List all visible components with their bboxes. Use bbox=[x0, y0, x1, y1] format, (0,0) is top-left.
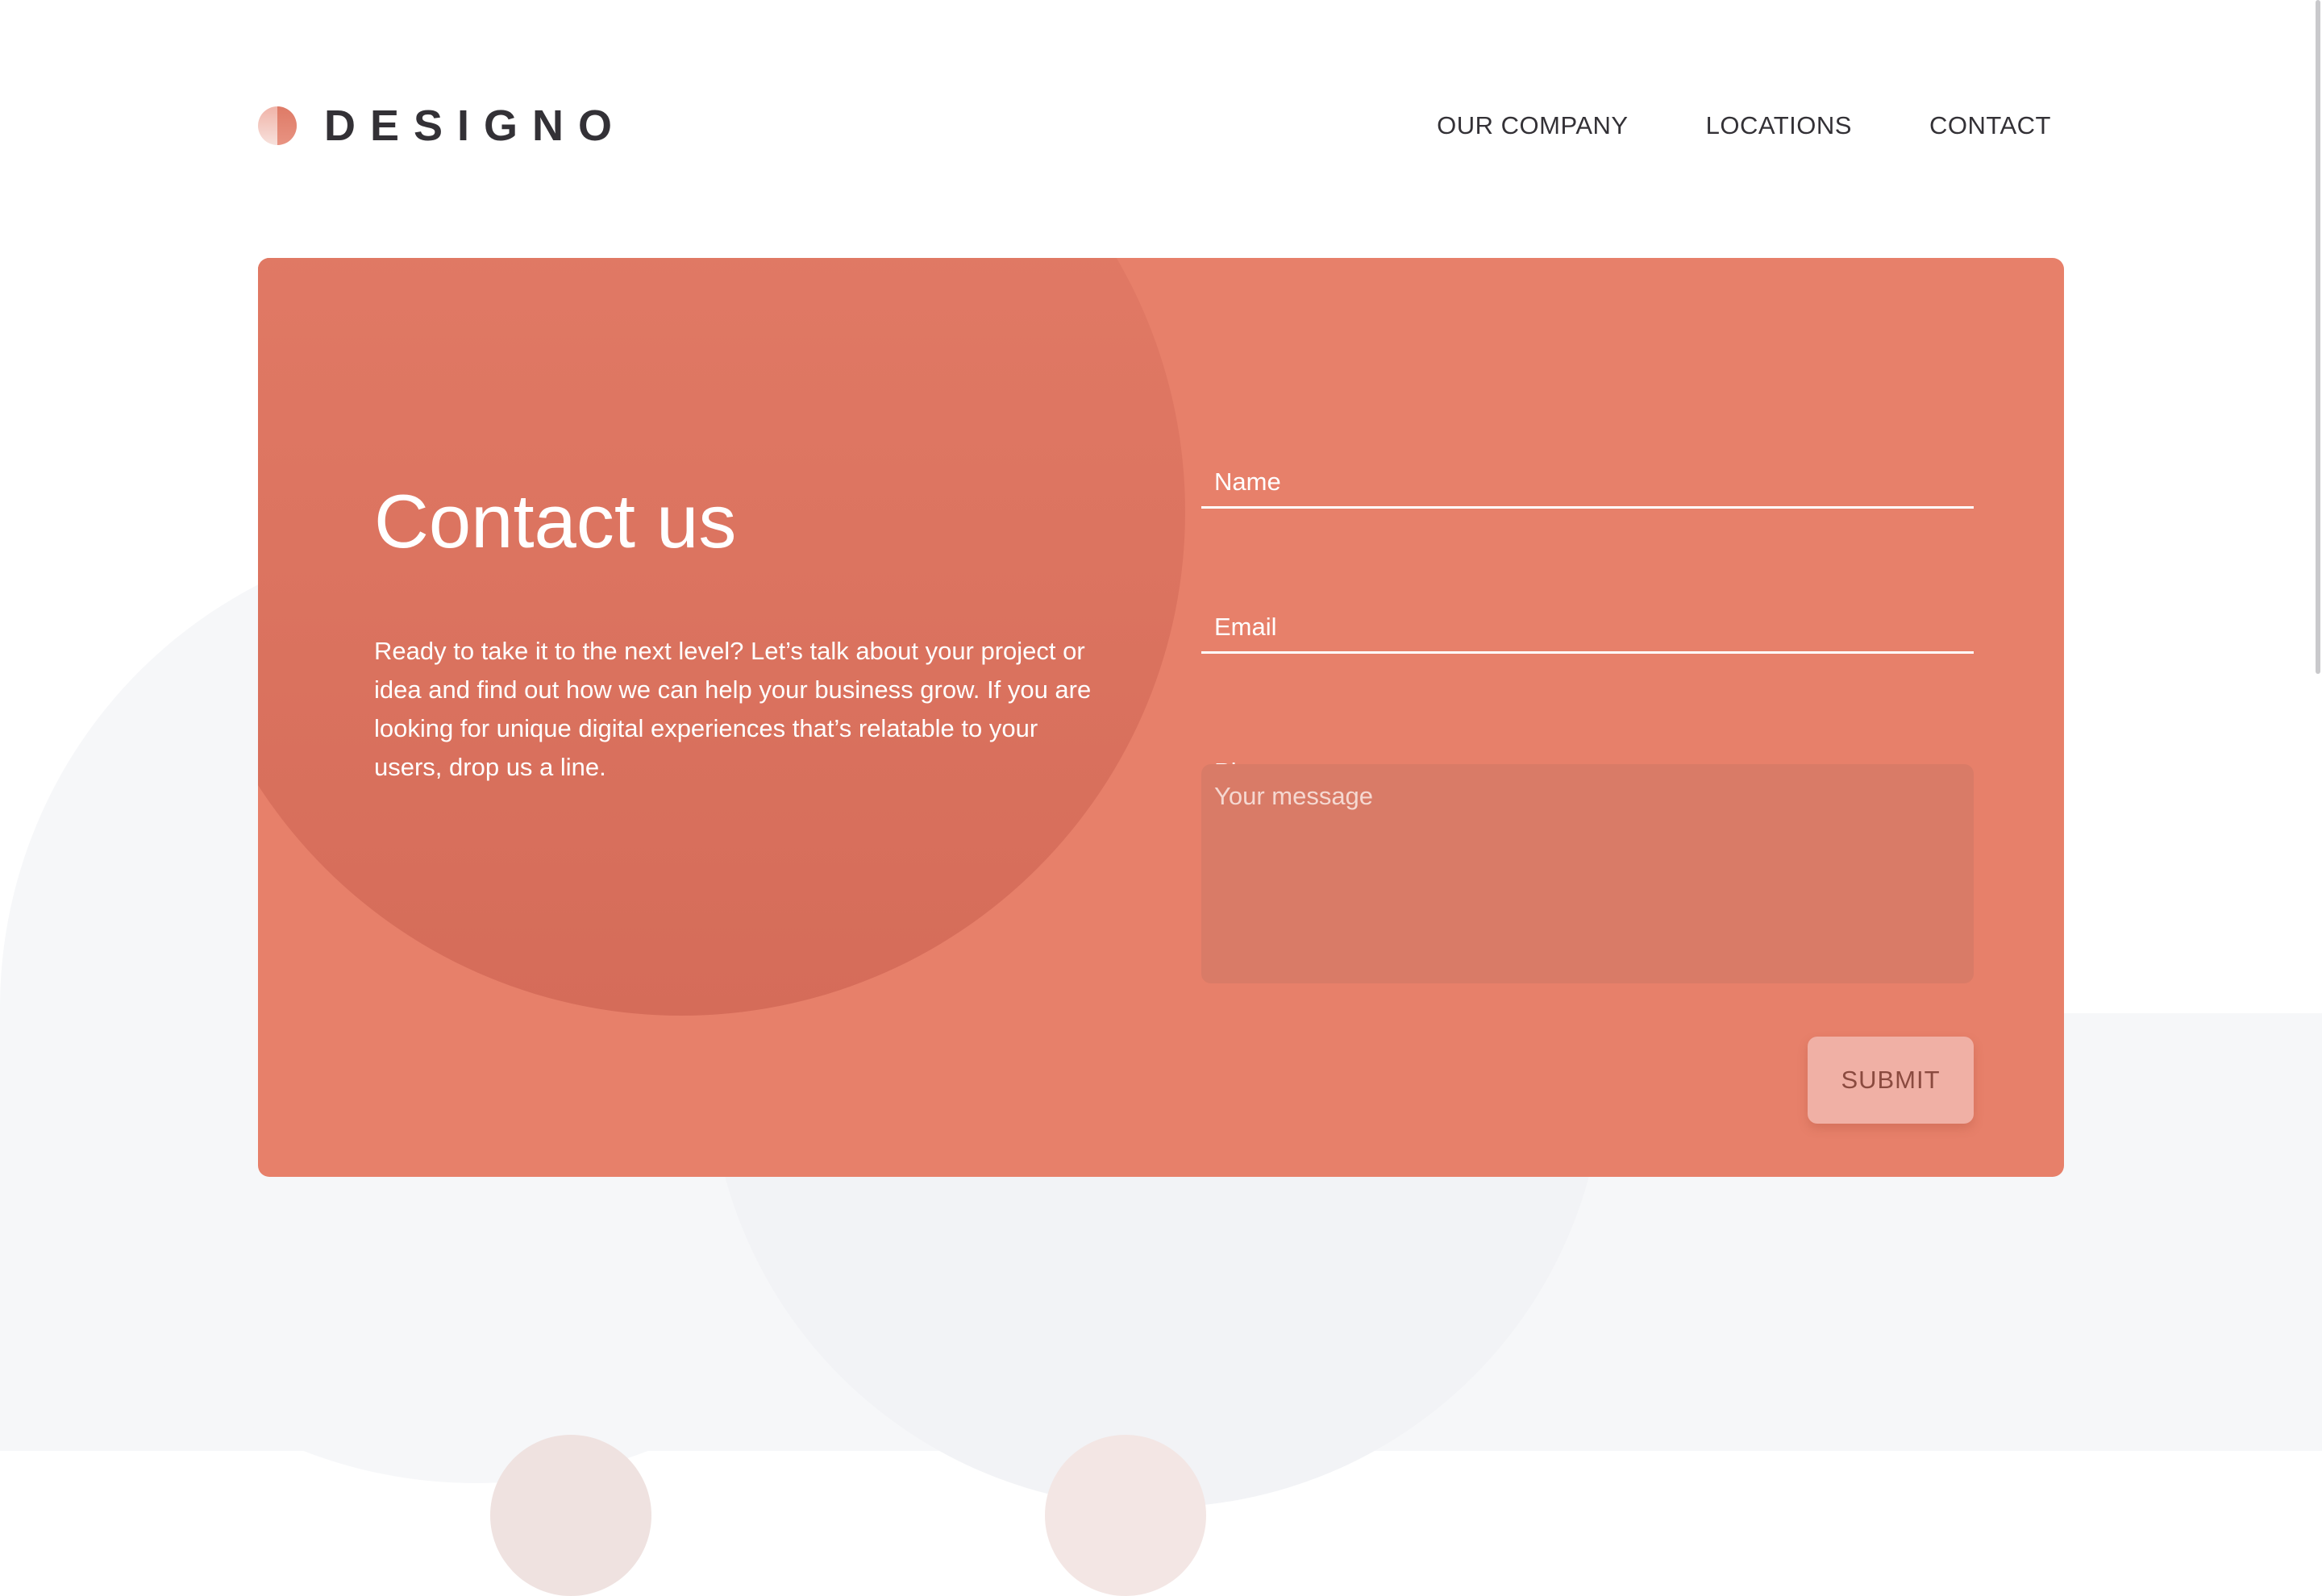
contact-card: Contact us Ready to take it to the next … bbox=[258, 258, 2064, 1177]
background-blob-left bbox=[490, 1435, 651, 1596]
email-field[interactable] bbox=[1201, 602, 1974, 654]
page-scrollbar[interactable] bbox=[2316, 0, 2320, 674]
message-field[interactable] bbox=[1201, 764, 1974, 983]
background-blob-right bbox=[1045, 1435, 1206, 1596]
brand-name: DESIGNO bbox=[324, 102, 627, 150]
contact-heading: Contact us bbox=[374, 479, 737, 563]
site-header: DESIGNO OUR COMPANY LOCATIONS CONTACT bbox=[258, 97, 2051, 155]
nav-link-contact[interactable]: CONTACT bbox=[1929, 106, 2051, 145]
logo-mark-icon bbox=[258, 106, 297, 145]
nav-link-locations[interactable]: LOCATIONS bbox=[1706, 106, 1852, 145]
contact-intro-text: Ready to take it to the next level? Let’… bbox=[374, 637, 1092, 781]
brand-logo[interactable]: DESIGNO bbox=[258, 97, 626, 155]
contact-form: SUBMIT bbox=[1201, 258, 1974, 1177]
main-nav: OUR COMPANY LOCATIONS CONTACT bbox=[1437, 106, 2051, 145]
name-field[interactable] bbox=[1201, 457, 1974, 509]
submit-button[interactable]: SUBMIT bbox=[1808, 1037, 1974, 1124]
nav-link-our-company[interactable]: OUR COMPANY bbox=[1437, 106, 1628, 145]
